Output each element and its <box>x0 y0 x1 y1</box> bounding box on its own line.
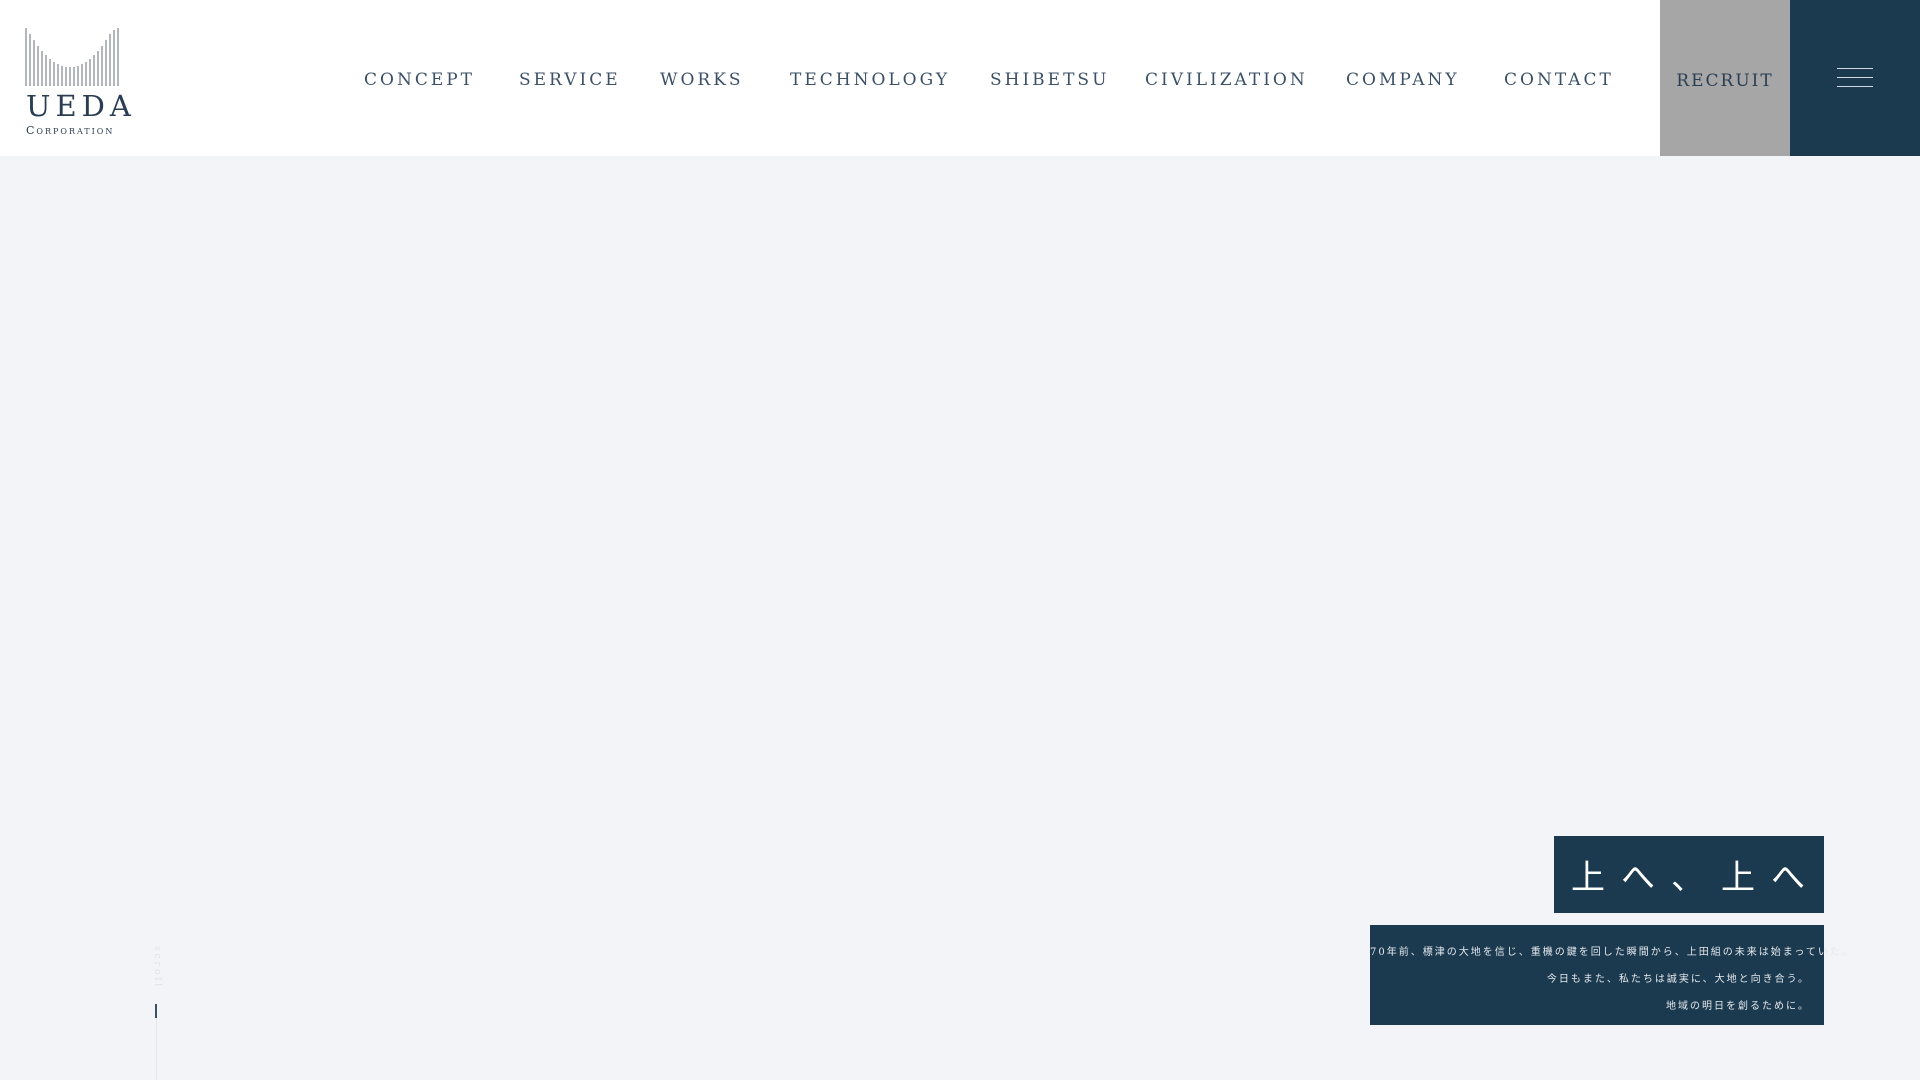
logo-wordmark: UEDA <box>26 89 136 123</box>
hero-lead-line: 70年前、標津の大地を信じ、重機の鍵を回した瞬間から、上田組の未来は始まっていた… <box>1370 947 1854 958</box>
hero-lead: 70年前、標津の大地を信じ、重機の鍵を回した瞬間から、上田組の未来は始まっていた… <box>1370 925 1854 1025</box>
nav-item-civilization[interactable]: CIVILIZATION <box>1145 68 1308 92</box>
site-header: UEDA Corporation CONCEPT SERVICE WORKS T… <box>0 0 1920 156</box>
nav-item-company[interactable]: COMPANY <box>1346 68 1460 92</box>
hero-lead-line: 今日もまた、私たちは誠実に、大地と向き合う。 <box>1546 974 1810 985</box>
menu-button[interactable] <box>1790 0 1920 156</box>
logo-subtitle: Corporation <box>26 124 115 137</box>
logo-link[interactable]: UEDA Corporation <box>24 26 131 138</box>
nav-item-service[interactable]: SERVICE <box>519 68 621 92</box>
nav-item-works[interactable]: WORKS <box>660 68 744 92</box>
scroll-indicator[interactable]: scroll <box>150 946 164 1080</box>
scroll-marker <box>155 1004 157 1018</box>
nav-item-concept[interactable]: CONCEPT <box>364 68 475 92</box>
nav-item-shibetsu[interactable]: SHIBETSU <box>990 68 1109 92</box>
hero-lead-line: 地域の明日を創るために。 <box>1666 1001 1810 1012</box>
nav-item-contact[interactable]: CONTACT <box>1504 68 1614 92</box>
recruit-button[interactable]: RECRUIT <box>1660 0 1790 156</box>
ueda-bars-logo-icon <box>25 28 119 86</box>
nav-item-technology[interactable]: TECHNOLOGY <box>790 68 950 92</box>
scroll-label: scroll <box>152 946 162 990</box>
hero-catchphrase: 上へ、上へ <box>1554 836 1824 913</box>
